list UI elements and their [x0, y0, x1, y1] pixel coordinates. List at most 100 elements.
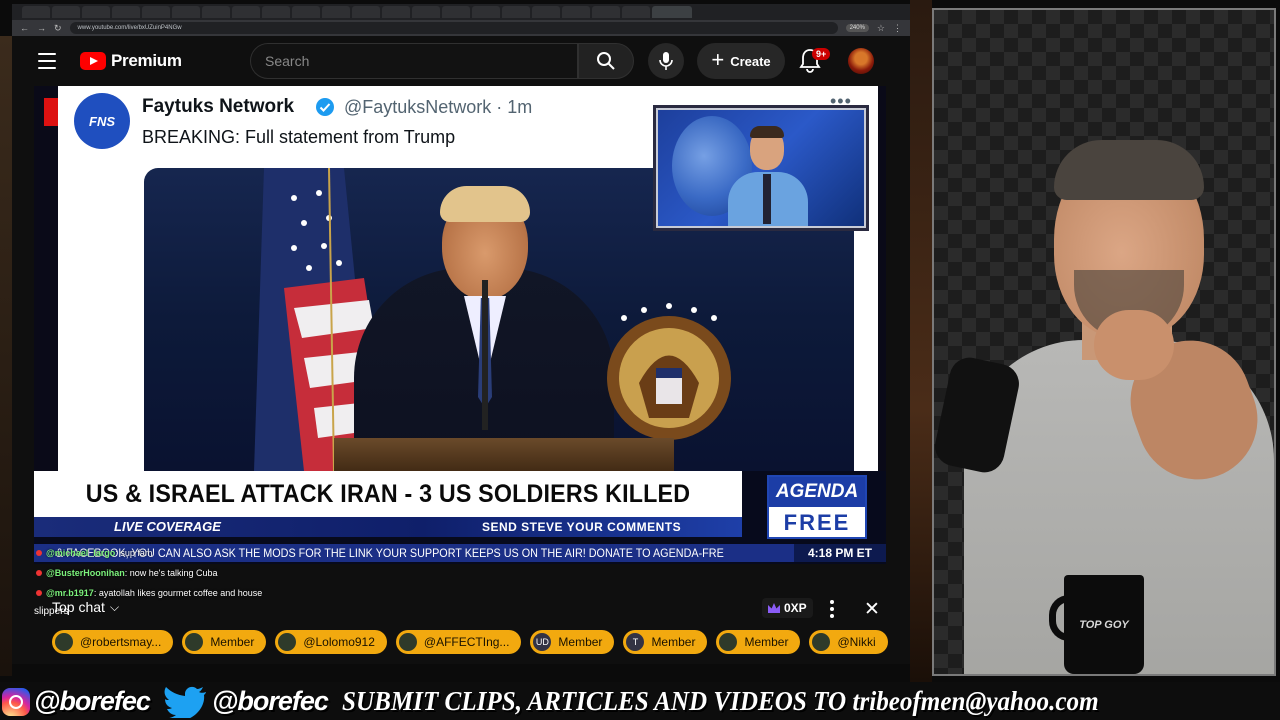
chat-mode-label: Top chat: [52, 599, 105, 615]
background-edge-left: [0, 36, 12, 676]
tweet-avatar: FNS: [74, 93, 130, 149]
youtube-dot-icon: [36, 570, 42, 576]
browser-tab[interactable]: [52, 6, 80, 18]
browser-tab[interactable]: [292, 6, 320, 18]
mic-icon: [659, 52, 673, 70]
social-banner: @borefec @borefec SUBMIT CLIPS, ARTICLES…: [0, 682, 1280, 720]
browser-tab[interactable]: [142, 6, 170, 18]
menu-icon[interactable]: [38, 53, 56, 69]
instagram-icon: [2, 688, 30, 716]
chat-message: : now he's talking Cuba: [124, 568, 218, 578]
chip-avatar: [812, 633, 831, 651]
chat-chip[interactable]: @AFFECTIng...: [395, 630, 522, 654]
browser-tab[interactable]: [352, 6, 380, 18]
voice-search-button[interactable]: [648, 43, 684, 79]
chat-chip[interactable]: Member: [716, 630, 801, 654]
browser-tab[interactable]: [382, 6, 410, 18]
browser-tab[interactable]: [562, 6, 590, 18]
browser-tab[interactable]: [112, 6, 140, 18]
chip-avatar: [719, 633, 738, 651]
youtube-dot-icon: [36, 590, 42, 596]
browser-tab[interactable]: [622, 6, 650, 18]
browser-tab[interactable]: [262, 6, 290, 18]
search-button[interactable]: [578, 43, 634, 79]
youtube-dot-icon: [36, 550, 42, 556]
chat-mode-dropdown[interactable]: Top chat ⌵: [52, 599, 119, 615]
chat-message: : sup fam: [115, 548, 153, 558]
zoom-level[interactable]: 240%: [845, 24, 869, 32]
chat-chip[interactable]: T Member: [623, 630, 708, 654]
back-icon[interactable]: ←: [20, 23, 29, 33]
browser-tab[interactable]: [592, 6, 620, 18]
address-bar[interactable]: www.youtube.com/live/bxUZuinP4NGw: [69, 22, 838, 34]
headline-bar: US & ISRAEL ATTACK IRAN - 3 US SOLDIERS …: [34, 471, 742, 517]
forward-icon[interactable]: →: [37, 23, 46, 33]
live-coverage-label: LIVE COVERAGE: [114, 519, 221, 534]
chat-username: @michael_largo: [46, 548, 116, 558]
subheadline-bar: LIVE COVERAGE SEND STEVE YOUR COMMENTS: [34, 517, 742, 537]
chip-label: @robertsmay...: [80, 635, 162, 649]
chip-avatar: UD: [533, 633, 552, 651]
chat-chip[interactable]: UD Member: [530, 630, 615, 654]
streamer-webcam: TOP GOY: [932, 8, 1276, 676]
chip-label: Member: [651, 635, 696, 649]
chip-avatar: [185, 633, 204, 651]
background-edge-middle: [910, 0, 932, 682]
tweet-text: BREAKING: Full statement from Trump: [142, 127, 456, 147]
streamer-hair: [1054, 140, 1204, 200]
browser-tab[interactable]: [322, 6, 350, 18]
browser-tab[interactable]: [502, 6, 530, 18]
search-input[interactable]: Search: [250, 43, 578, 79]
ticker-time: 4:18 PM ET: [794, 544, 886, 562]
browser-tab-active[interactable]: [652, 6, 692, 18]
browser-tab[interactable]: [442, 6, 470, 18]
browser-menu-icon[interactable]: ⋮: [893, 23, 902, 33]
notifications-button[interactable]: 9+: [798, 47, 831, 75]
pip-host-person: [728, 126, 808, 226]
browser-tab[interactable]: [202, 6, 230, 18]
send-comments-label: SEND STEVE YOUR COMMENTS: [482, 520, 682, 534]
youtube-play-icon: [80, 52, 106, 70]
twitter-handle: @borefec: [212, 686, 329, 716]
chip-label: @Lolomo912: [303, 635, 375, 649]
reload-icon[interactable]: ↻: [54, 23, 62, 33]
xp-badge[interactable]: 0XP: [762, 598, 813, 618]
chat-header: Top chat ⌵ 0XP ✕: [52, 596, 888, 624]
podium: [334, 438, 674, 471]
browser-tab[interactable]: [412, 6, 440, 18]
chip-label: @Nikki: [837, 635, 876, 649]
browser-tab[interactable]: [22, 6, 50, 18]
twitter-bird-icon: [162, 686, 206, 718]
close-icon[interactable]: ✕: [864, 598, 880, 621]
xp-value: 0XP: [784, 601, 807, 615]
agenda-free-logo: AGENDA FREE: [767, 475, 867, 539]
youtube-page: Premium Search + Create 9+ FNS Faytuks N…: [12, 36, 910, 664]
overlay-chat-line: @BusterHoonihan: now he's talking Cuba: [36, 568, 456, 588]
chat-more-options-icon[interactable]: [830, 600, 834, 618]
overlay-chat-line: @michael_largo: sup fam: [36, 548, 456, 568]
chat-chip[interactable]: @Lolomo912: [275, 630, 387, 654]
browser-tab-strip: [12, 4, 910, 20]
star-icon[interactable]: ☆: [877, 23, 885, 33]
create-button[interactable]: + Create: [697, 43, 785, 79]
browser-tab[interactable]: [172, 6, 200, 18]
chat-chip[interactable]: @Nikki: [809, 630, 888, 654]
browser-toolbar: ← → ↻ www.youtube.com/live/bxUZuinP4NGw …: [12, 20, 910, 36]
notification-badge: 9+: [812, 48, 831, 60]
tweet-handle: @FaytuksNetwork · 1m: [344, 97, 533, 117]
browser-tab[interactable]: [532, 6, 560, 18]
video-player[interactable]: FNS Faytuks Network @FaytuksNetwork · 1m…: [34, 86, 886, 564]
chat-chip[interactable]: @robertsmay...: [52, 630, 174, 654]
youtube-logo[interactable]: Premium: [80, 51, 182, 71]
chip-avatar: [398, 633, 417, 651]
chip-label: Member: [210, 635, 255, 649]
browser-tab[interactable]: [232, 6, 260, 18]
instagram-handle: @borefec: [34, 686, 151, 716]
submit-clips-text: SUBMIT CLIPS, ARTICLES AND VIDEOS TO tri…: [342, 686, 1099, 716]
chevron-down-icon: ⌵: [109, 599, 120, 614]
mug-logo-text: TOP GOY: [1079, 619, 1129, 631]
browser-tab[interactable]: [82, 6, 110, 18]
browser-tab[interactable]: [472, 6, 500, 18]
chat-chip[interactable]: Member: [182, 630, 267, 654]
account-avatar[interactable]: [848, 48, 874, 74]
